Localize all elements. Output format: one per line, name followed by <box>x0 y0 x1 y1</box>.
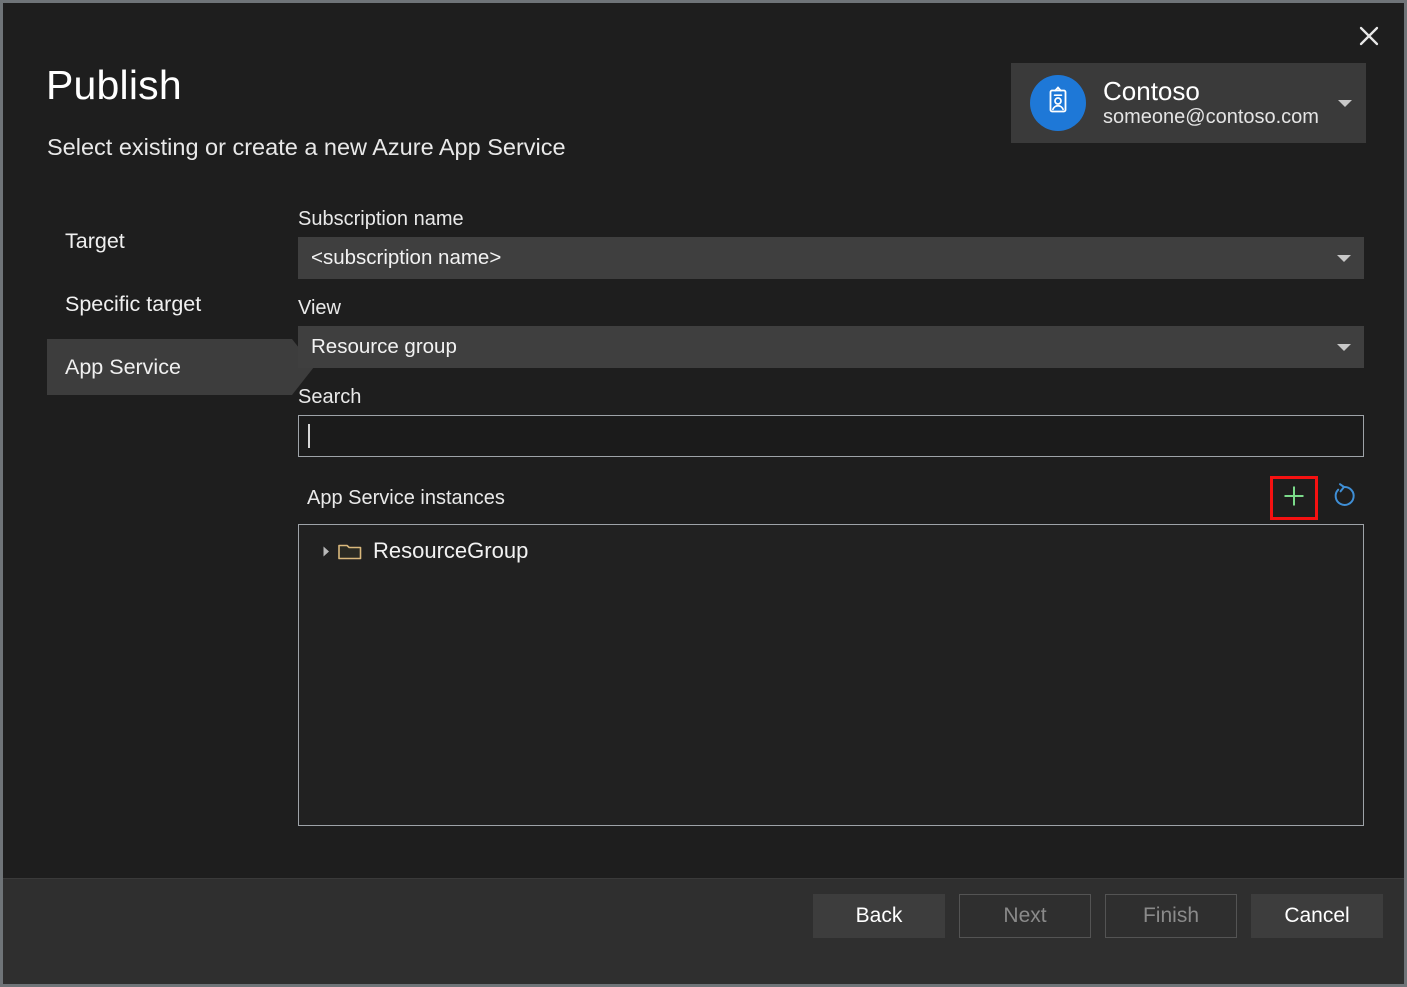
plus-icon <box>1281 483 1307 514</box>
view-field-block: View Resource group <box>298 296 1364 368</box>
app-service-instances-tree[interactable]: ResourceGroup <box>298 524 1364 826</box>
tree-node-label: ResourceGroup <box>373 538 528 564</box>
search-input[interactable] <box>310 425 1363 448</box>
instances-label: App Service instances <box>307 487 505 510</box>
wizard-steps-sidebar: Target Specific target App Service <box>47 213 292 402</box>
search-field[interactable] <box>298 415 1364 457</box>
sidebar-item-target[interactable]: Target <box>47 213 292 269</box>
next-button-label: Next <box>1003 904 1046 928</box>
finish-button-label: Finish <box>1143 904 1199 928</box>
dialog-header: Publish Select existing or create a new … <box>3 3 1404 189</box>
page-title: Publish <box>46 65 182 106</box>
dialog-footer: Back Next Finish Cancel <box>3 878 1404 984</box>
publish-dialog: Publish Select existing or create a new … <box>0 0 1407 987</box>
sidebar-item-app-service[interactable]: App Service <box>47 339 292 395</box>
subscription-field-block: Subscription name <subscription name> <box>298 207 1364 279</box>
account-email: someone@contoso.com <box>1103 106 1330 130</box>
search-field-block: Search <box>298 385 1364 457</box>
back-button[interactable]: Back <box>813 894 945 938</box>
id-badge-icon <box>1041 84 1075 123</box>
folder-icon <box>337 540 363 562</box>
chevron-down-icon <box>1337 344 1351 351</box>
close-button[interactable] <box>1346 13 1392 59</box>
app-service-form: Subscription name <subscription name> Vi… <box>298 207 1364 826</box>
account-chevron[interactable] <box>1330 100 1360 107</box>
sidebar-item-label: Target <box>65 229 125 254</box>
avatar <box>1030 75 1086 131</box>
view-label: View <box>298 296 1364 320</box>
close-icon <box>1358 25 1380 47</box>
refresh-button[interactable] <box>1324 476 1364 520</box>
sidebar-item-label: App Service <box>65 355 181 380</box>
tree-node-resource-group[interactable]: ResourceGroup <box>299 534 1363 568</box>
next-button: Next <box>959 894 1091 938</box>
instances-toolbar: App Service instances <box>298 474 1364 522</box>
subscription-label: Subscription name <box>298 207 1364 231</box>
account-text: Contoso someone@contoso.com <box>1103 77 1330 130</box>
back-button-label: Back <box>856 904 903 928</box>
sidebar-item-specific-target[interactable]: Specific target <box>47 276 292 332</box>
subscription-value: <subscription name> <box>311 246 501 270</box>
chevron-right-icon[interactable] <box>315 545 337 558</box>
search-label: Search <box>298 385 1364 409</box>
chevron-down-icon <box>1337 255 1351 262</box>
page-subtitle: Select existing or create a new Azure Ap… <box>47 133 566 161</box>
add-instance-button[interactable] <box>1270 476 1318 520</box>
view-dropdown[interactable]: Resource group <box>298 326 1364 368</box>
cancel-button-label: Cancel <box>1284 904 1349 928</box>
refresh-icon <box>1329 481 1359 516</box>
finish-button: Finish <box>1105 894 1237 938</box>
chevron-down-icon <box>1338 100 1352 107</box>
sidebar-item-label: Specific target <box>65 292 201 317</box>
footer-button-group: Back Next Finish Cancel <box>813 894 1383 938</box>
instances-actions <box>1270 474 1364 522</box>
account-name: Contoso <box>1103 77 1330 106</box>
account-selector[interactable]: Contoso someone@contoso.com <box>1011 63 1366 143</box>
subscription-dropdown[interactable]: <subscription name> <box>298 237 1364 279</box>
view-value: Resource group <box>311 335 457 359</box>
cancel-button[interactable]: Cancel <box>1251 894 1383 938</box>
